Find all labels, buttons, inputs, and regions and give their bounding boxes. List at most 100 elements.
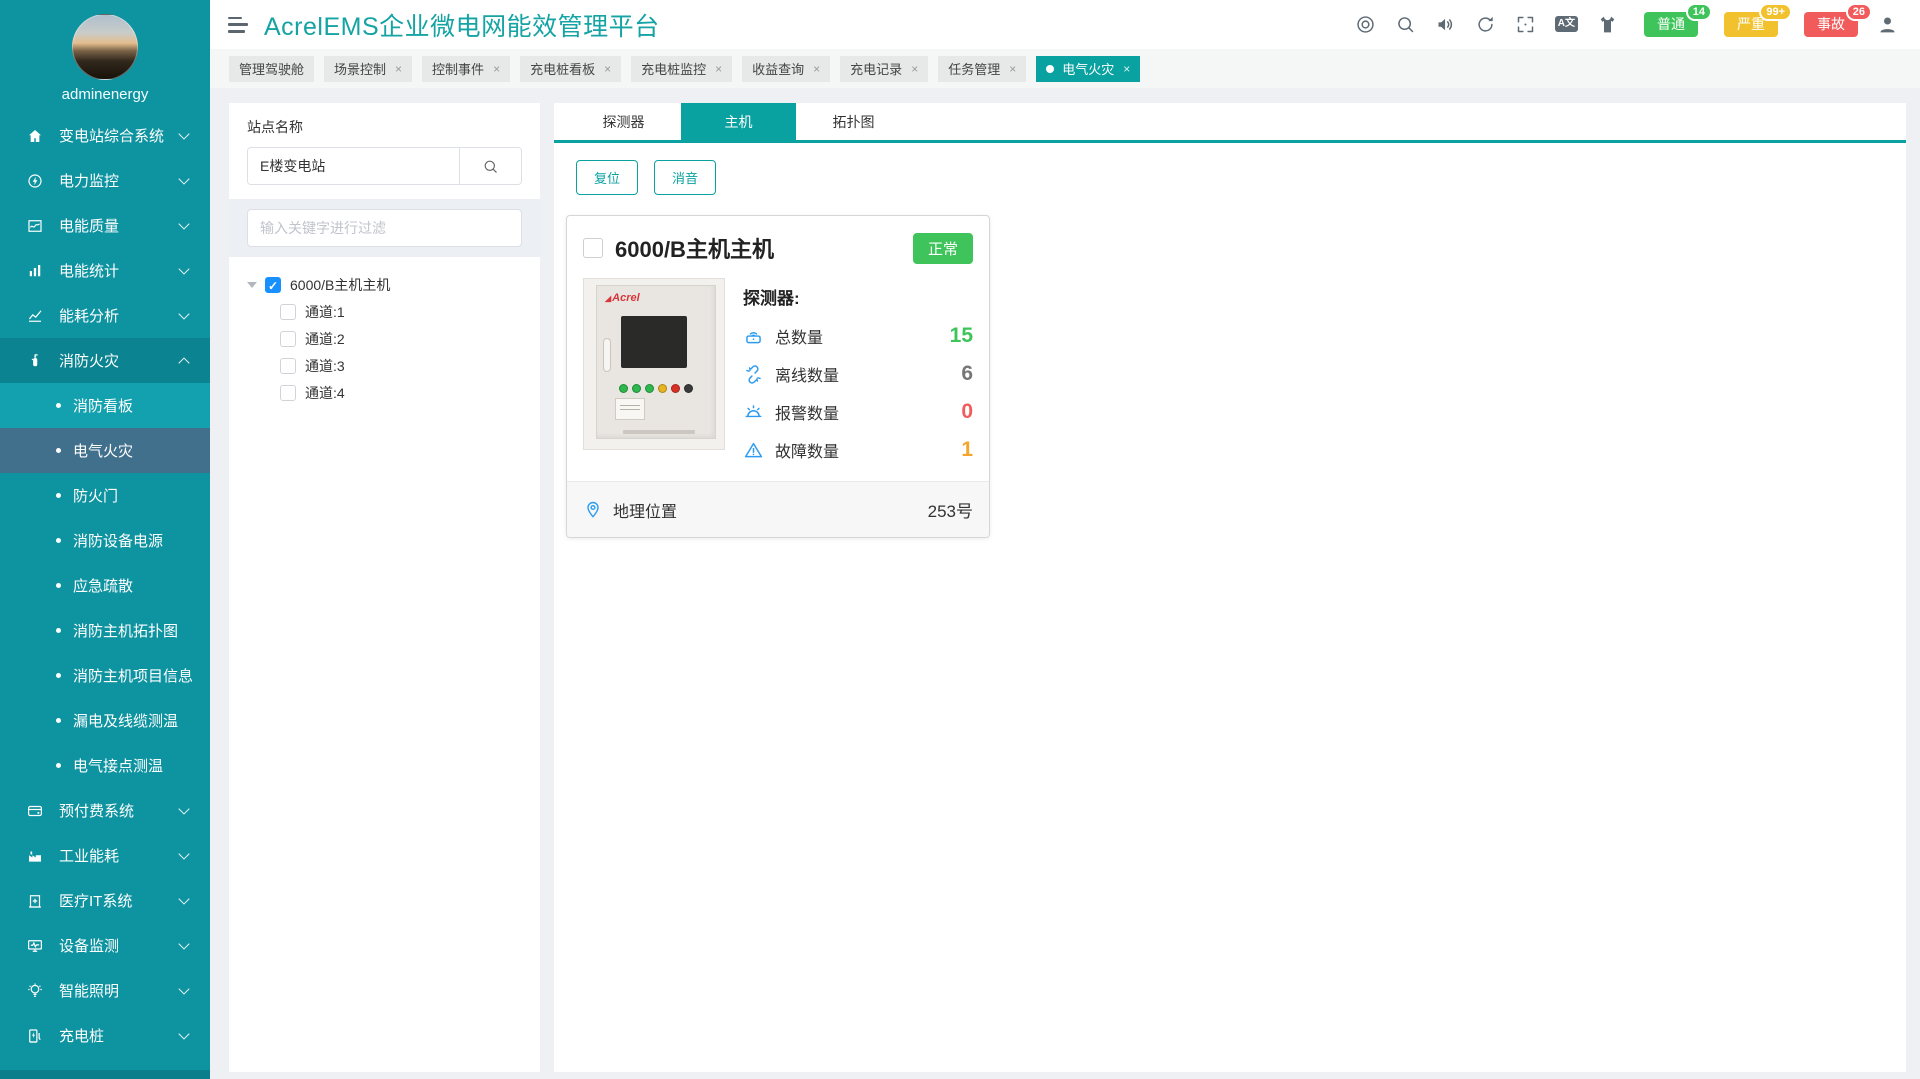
alarm-icon <box>743 402 764 423</box>
sidebar-subitem[interactable]: 电气接点测温 <box>0 743 210 788</box>
sidebar-subitem[interactable]: 电气火灾 <box>0 428 210 473</box>
tree-root-checkbox[interactable]: ✓ <box>265 277 281 293</box>
metric-label: 报警数量 <box>775 400 839 424</box>
page-tab-8[interactable]: 任务管理× <box>938 56 1026 82</box>
chevron-down-icon <box>178 173 189 184</box>
sidebar-subitem-label: 消防主机项目信息 <box>73 665 193 686</box>
tree-child-row[interactable]: 通道:3 <box>247 352 522 379</box>
tree-child-label: 通道:3 <box>305 356 345 376</box>
sidebar-subitem[interactable]: 应急疏散 <box>0 563 210 608</box>
host-card-checkbox[interactable] <box>583 238 603 258</box>
sidebar-subitem[interactable]: 消防主机项目信息 <box>0 653 210 698</box>
tree-child-row[interactable]: 通道:4 <box>247 379 522 406</box>
search-icon[interactable] <box>1395 14 1416 35</box>
alert-chip-3[interactable]: 事故26 <box>1804 12 1858 37</box>
fullscreen-icon[interactable] <box>1515 14 1536 35</box>
tree-child-checkbox[interactable] <box>280 385 296 401</box>
lifebuoy-icon[interactable] <box>1355 14 1376 35</box>
sidebar-footer-strip <box>0 1070 210 1079</box>
sidebar-item-label: 能耗分析 <box>59 305 180 326</box>
tree-root-row[interactable]: ✓ 6000/B主机主机 <box>247 271 522 298</box>
sidebar-subitem[interactable]: 消防看板 <box>0 383 210 428</box>
bullet-icon <box>56 583 61 588</box>
tab-close-icon[interactable]: × <box>715 62 722 76</box>
tree-child-checkbox[interactable] <box>280 304 296 320</box>
refresh-icon[interactable] <box>1475 14 1496 35</box>
main-column: AcrelEMS企业微电网能效管理平台 A文普通14严重99+事故26 管理驾驶… <box>210 0 1920 1079</box>
toolbar-button[interactable]: 消音 <box>654 160 716 195</box>
sidebar-item-device[interactable]: 设备监测 <box>0 923 210 968</box>
user-icon[interactable] <box>1877 14 1898 35</box>
prepay-icon <box>26 802 44 820</box>
page-tab-7[interactable]: 充电记录× <box>840 56 928 82</box>
content-area: 站点名称 ✓ 6000/B主机主机 通道:1通道:2通道: <box>210 88 1920 1079</box>
tab-close-icon[interactable]: × <box>813 62 820 76</box>
page-tab-3[interactable]: 控制事件× <box>422 56 510 82</box>
tree-child-row[interactable]: 通道:2 <box>247 325 522 352</box>
page-tab-2[interactable]: 场景控制× <box>324 56 412 82</box>
sidebar-item-medical[interactable]: 医疗IT系统 <box>0 878 210 923</box>
toolbar-button[interactable]: 复位 <box>576 160 638 195</box>
volume-icon[interactable] <box>1435 14 1456 35</box>
sidebar-item-charger[interactable]: 充电桩 <box>0 1013 210 1058</box>
page-tab-5[interactable]: 充电桩监控× <box>631 56 732 82</box>
sidebar-subitem[interactable]: 消防主机拓扑图 <box>0 608 210 653</box>
page-tab-4[interactable]: 充电桩看板× <box>520 56 621 82</box>
bullet-icon <box>56 538 61 543</box>
sidebar-item-stats[interactable]: 电能统计 <box>0 248 210 293</box>
sidebar-subitem-label: 消防主机拓扑图 <box>73 620 178 641</box>
sidebar-item-light[interactable]: 智能照明 <box>0 968 210 1013</box>
sidebar-item-industry[interactable]: 工业能耗 <box>0 833 210 878</box>
sidebar-item-prepay[interactable]: 预付费系统 <box>0 788 210 833</box>
sidebar-item-power[interactable]: 电力监控 <box>0 158 210 203</box>
metric-value: 15 <box>950 324 973 348</box>
quality-icon <box>26 217 44 235</box>
detail-tab[interactable]: 探测器 <box>566 103 681 140</box>
sidebar-item-home[interactable]: 变电站综合系统 <box>0 113 210 158</box>
alert-chip-2[interactable]: 严重99+ <box>1724 12 1778 37</box>
chevron-up-icon <box>178 357 189 368</box>
tab-close-icon[interactable]: × <box>604 62 611 76</box>
tab-close-icon[interactable]: × <box>911 62 918 76</box>
tree-child-checkbox[interactable] <box>280 358 296 374</box>
sidebar-item-label: 变电站综合系统 <box>59 125 180 146</box>
chevron-down-icon <box>178 1028 189 1039</box>
tab-close-icon[interactable]: × <box>1123 62 1130 76</box>
sidebar-item-fire[interactable]: 消防火灾 <box>0 338 210 383</box>
top-header: AcrelEMS企业微电网能效管理平台 A文普通14严重99+事故26 <box>210 0 1920 49</box>
alert-chip-1[interactable]: 普通14 <box>1644 12 1698 37</box>
bullet-icon <box>56 718 61 723</box>
sidebar-item-quality[interactable]: 电能质量 <box>0 203 210 248</box>
detail-tab[interactable]: 主机 <box>681 103 796 140</box>
theme-icon[interactable] <box>1597 14 1618 35</box>
tab-close-icon[interactable]: × <box>1009 62 1016 76</box>
menu-toggle-icon[interactable] <box>228 17 248 33</box>
translate-icon[interactable]: A文 <box>1555 16 1578 32</box>
tree-child-row[interactable]: 通道:1 <box>247 298 522 325</box>
tree-filter-band <box>229 199 540 257</box>
page-tab-label: 收益查询 <box>752 59 804 78</box>
site-search-button[interactable] <box>459 148 521 184</box>
avatar[interactable] <box>72 14 138 80</box>
sidebar-subitem[interactable]: 漏电及线缆测温 <box>0 698 210 743</box>
tree-filter-input[interactable] <box>247 209 522 247</box>
sidebar-item-label: 充电桩 <box>59 1025 180 1046</box>
power-icon <box>26 172 44 190</box>
page-tab-1[interactable]: 管理驾驶舱 <box>229 56 314 82</box>
tab-close-icon[interactable]: × <box>395 62 402 76</box>
page-tab-9[interactable]: 电气火灾× <box>1036 56 1140 82</box>
sidebar-subitem[interactable]: 防火门 <box>0 473 210 518</box>
detail-tab[interactable]: 拓扑图 <box>796 103 911 140</box>
tree-child-checkbox[interactable] <box>280 331 296 347</box>
tab-close-icon[interactable]: × <box>493 62 500 76</box>
industry-icon <box>26 847 44 865</box>
alert-chip-label: 普通 <box>1657 16 1685 32</box>
site-search-input[interactable] <box>248 148 459 184</box>
chevron-down-icon <box>178 803 189 814</box>
tree-expand-caret-icon[interactable] <box>247 282 257 288</box>
sidebar-subitem[interactable]: 消防设备电源 <box>0 518 210 563</box>
sidebar-item-label: 智能照明 <box>59 980 180 1001</box>
alert-chip-label: 事故 <box>1817 16 1845 32</box>
sidebar-item-analysis[interactable]: 能耗分析 <box>0 293 210 338</box>
page-tab-6[interactable]: 收益查询 × <box>742 56 830 82</box>
